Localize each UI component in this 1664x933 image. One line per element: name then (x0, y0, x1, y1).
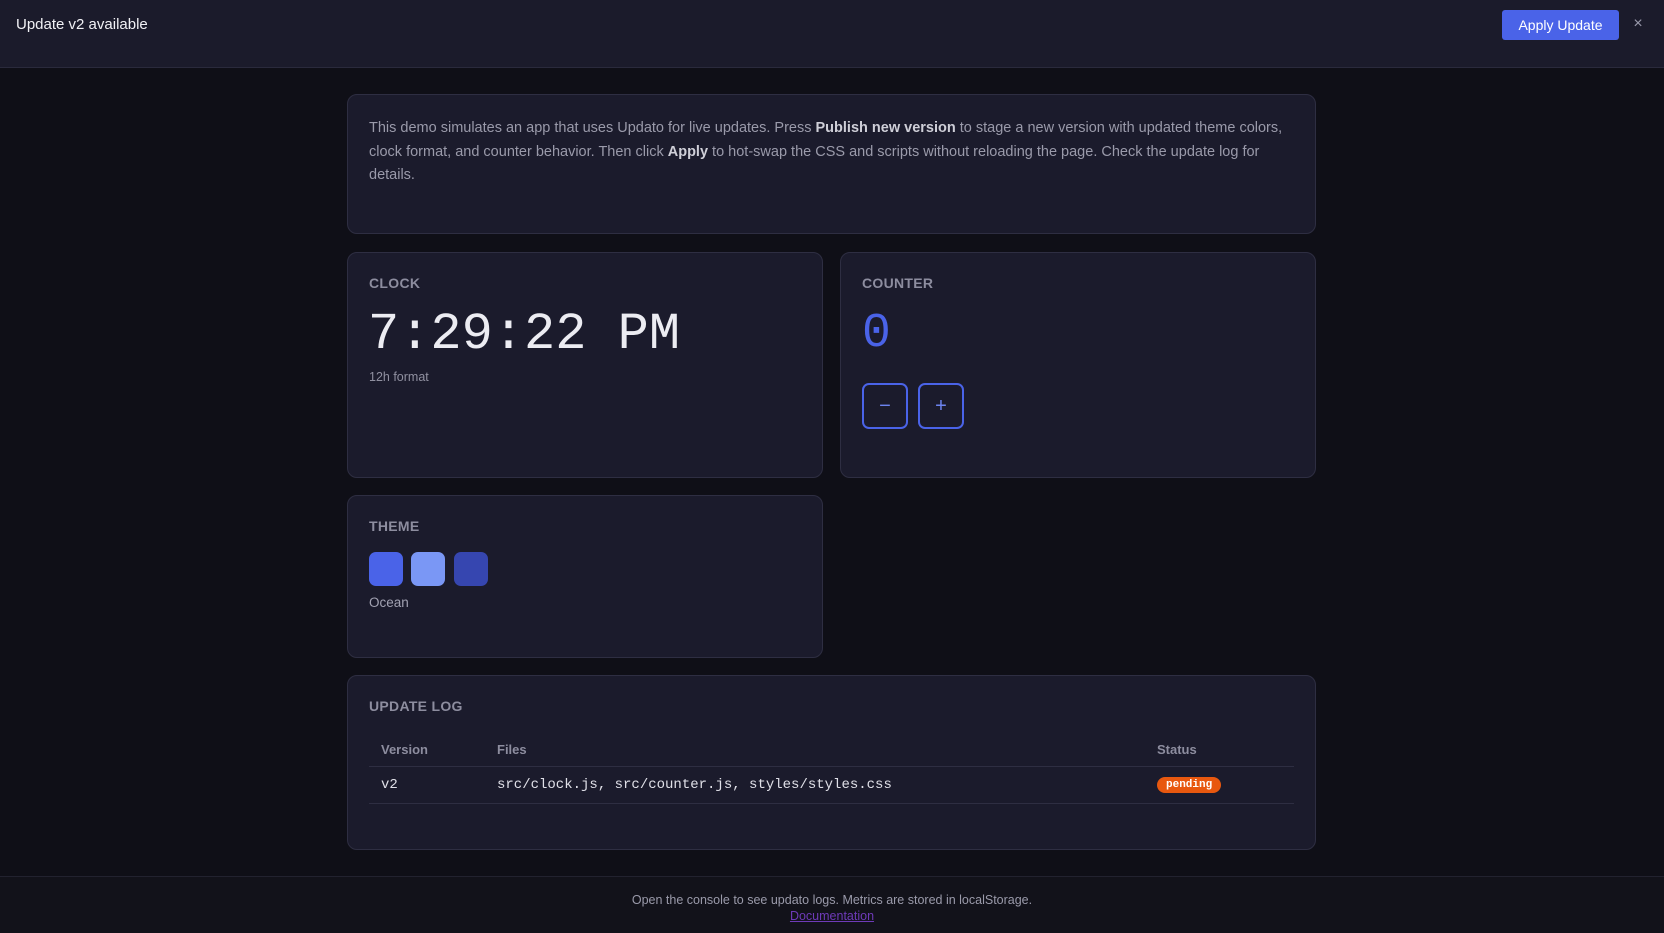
counter-title: COUNTER (862, 275, 934, 291)
close-icon[interactable]: × (1628, 14, 1648, 34)
row-files: src/clock.js, src/counter.js, styles/sty… (485, 766, 1145, 804)
theme-swatch-1[interactable] (369, 552, 403, 586)
update-banner: Update v2 available Apply Update × (0, 0, 1664, 68)
column-header-files: Files (485, 734, 1145, 767)
clock-time: 7:29:22 PM (368, 305, 681, 364)
counter-value: 0 (862, 307, 891, 361)
intro-description: This demo simulates an app that uses Upd… (369, 117, 1299, 188)
intro-text-1: This demo simulates an app that uses Upd… (369, 120, 816, 136)
intro-bold-publish: Publish new version (815, 120, 956, 136)
intro-card: This demo simulates an app that uses Upd… (347, 94, 1316, 234)
theme-swatch-2[interactable] (411, 552, 445, 586)
update-banner-title: Update v2 available (16, 16, 148, 33)
increment-button[interactable]: + (918, 383, 964, 429)
clock-title: CLOCK (369, 275, 421, 291)
column-header-status: Status (1145, 734, 1294, 767)
status-badge: pending (1157, 777, 1222, 793)
update-log-card: UPDATE LOG Version Files Status v2 src/c… (347, 675, 1316, 850)
intro-bold-apply: Apply (667, 143, 709, 160)
theme-swatch-3[interactable] (454, 552, 488, 586)
column-header-version: Version (369, 734, 485, 767)
decrement-button[interactable]: − (862, 383, 908, 429)
update-log-title: UPDATE LOG (369, 698, 463, 714)
footer: Open the console to see updato logs. Met… (0, 876, 1664, 933)
clock-card: CLOCK 7:29:22 PM 12h format (347, 252, 823, 478)
row-version: v2 (369, 766, 485, 804)
counter-card: COUNTER 0 − + (840, 252, 1316, 478)
theme-card: THEME Ocean (347, 495, 823, 658)
update-log-table: Version Files Status v2 src/clock.js, sr… (369, 734, 1294, 804)
table-header-row: Version Files Status (369, 734, 1294, 767)
clock-format-label: 12h format (369, 370, 429, 384)
documentation-link[interactable]: Documentation (0, 909, 1664, 923)
theme-title: THEME (369, 518, 420, 534)
row-status-cell: pending (1145, 766, 1294, 804)
table-row: v2 src/clock.js, src/counter.js, styles/… (369, 766, 1294, 804)
footer-text: Open the console to see updato logs. Met… (631, 893, 1033, 907)
theme-name: Ocean (369, 595, 409, 610)
apply-update-button[interactable]: Apply Update (1502, 10, 1619, 40)
